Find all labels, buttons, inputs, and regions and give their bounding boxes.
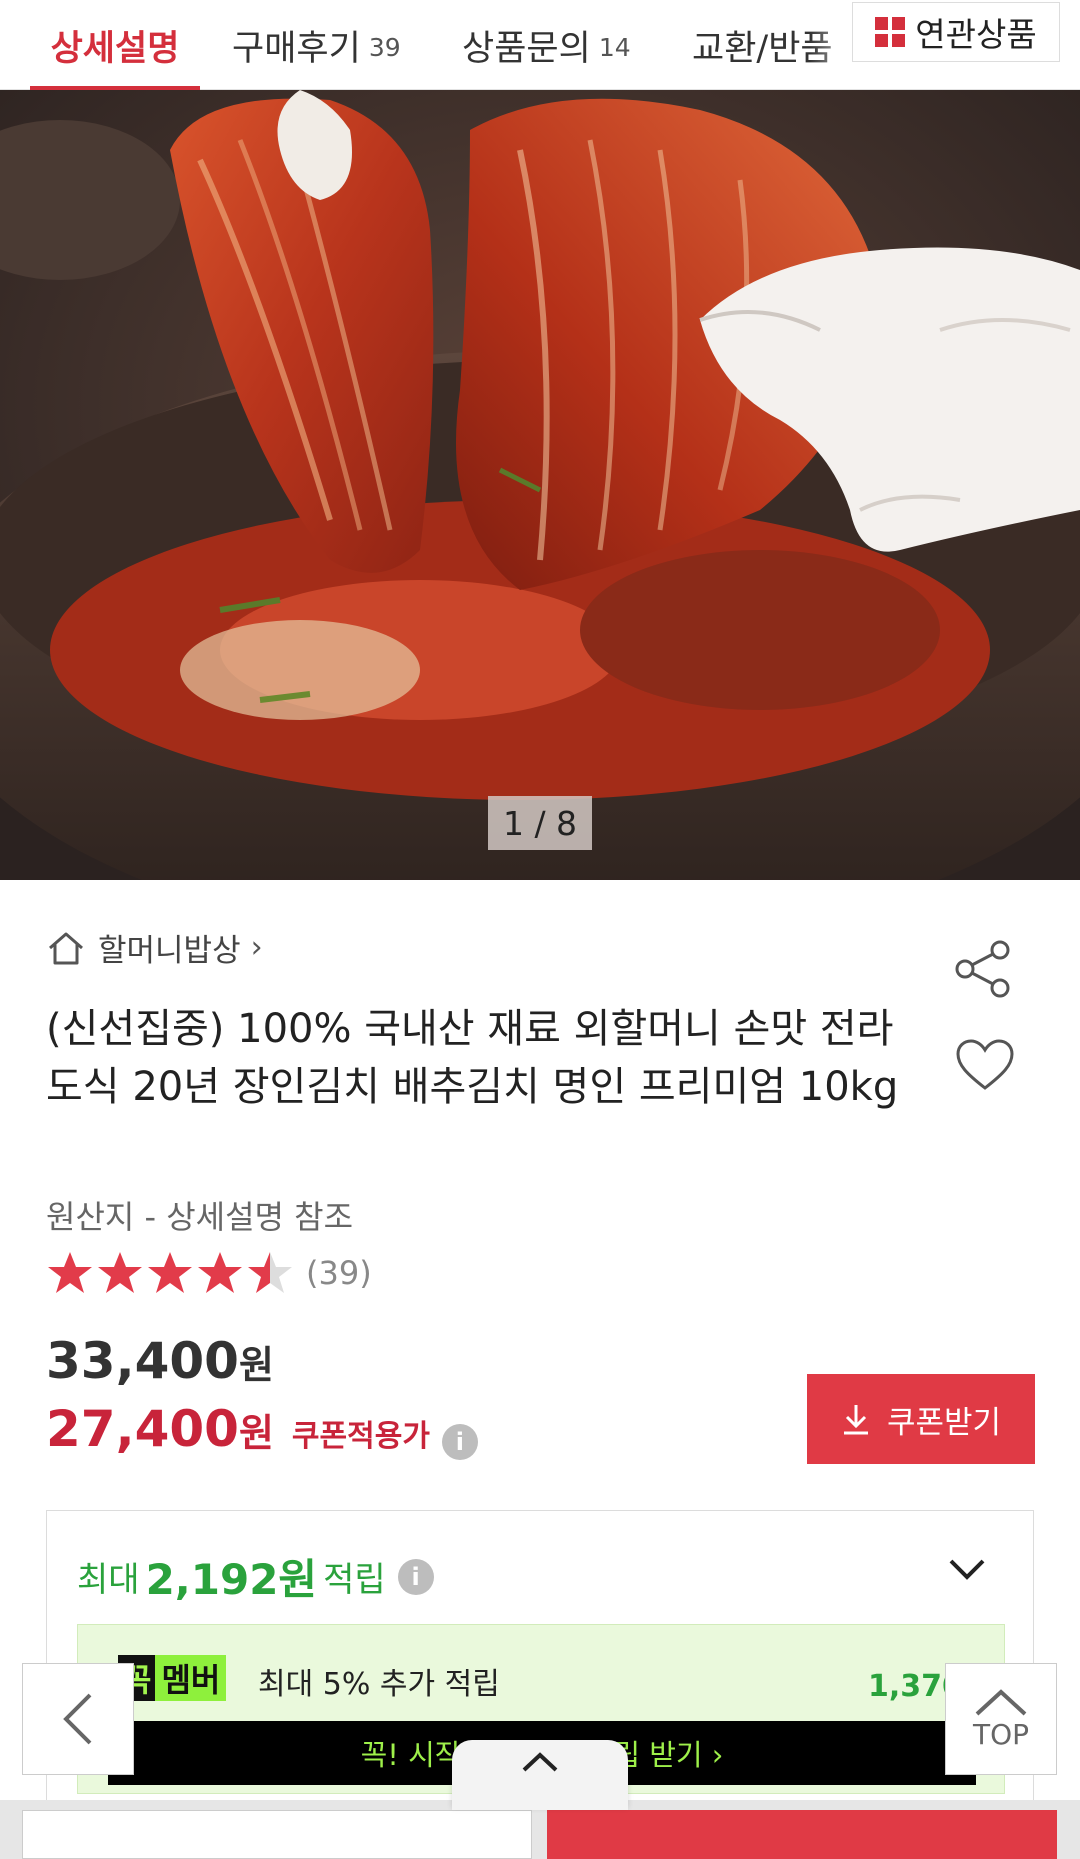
member-badge-m: 멤버 (155, 1655, 227, 1701)
scroll-top-label: TOP (972, 1717, 1030, 1751)
image-pager: 1 / 8 (488, 796, 592, 850)
tab-detail[interactable]: 상세설명 (30, 0, 200, 90)
tab-qna[interactable]: 상품문의 14 (462, 0, 631, 90)
tab-review-label: 구매후기 (232, 28, 361, 69)
bottom-left-button[interactable] (22, 1810, 532, 1859)
rating-count: (39) (306, 1254, 372, 1292)
coupon-price-label: 쿠폰적용가 (291, 1419, 430, 1454)
tab-qna-count: 14 (598, 32, 631, 62)
product-title: (신선집중) 100% 국내산 재료 외할머니 손맛 전라도식 20년 장인김치… (46, 1006, 899, 1110)
rating-stars (46, 1250, 296, 1296)
store-link[interactable]: 할머니밥상 › (46, 925, 263, 970)
original-price: 33,400원 (46, 1332, 274, 1390)
scroll-top-button[interactable]: TOP (945, 1663, 1057, 1775)
points-prefix: 최대 (77, 1560, 140, 1600)
info-icon[interactable]: i (441, 1424, 478, 1460)
points-summary[interactable]: 최대 2,192원 적립 i (77, 1546, 434, 1607)
related-products-button[interactable]: 연관상품 (852, 2, 1060, 62)
star-icon (248, 1252, 292, 1293)
tab-qna-label: 상품문의 (462, 28, 591, 69)
rating[interactable]: (39) (46, 1250, 372, 1296)
download-icon (843, 1405, 868, 1435)
tab-review-count: 39 (368, 32, 401, 62)
member-benefit-text: 최대 5% 추가 적립 (258, 1667, 500, 1702)
bottom-sheet-handle[interactable] (452, 1740, 628, 1810)
star-icon (198, 1252, 242, 1293)
home-icon (49, 932, 83, 964)
store-name: 할머니밥상 (98, 933, 241, 969)
star-icon (48, 1252, 92, 1293)
points-info-icon[interactable]: i (397, 1558, 434, 1595)
heart-icon[interactable] (955, 1038, 1015, 1092)
related-products-label: 연관상품 (915, 15, 1037, 54)
chevron-down-icon[interactable] (947, 1556, 987, 1582)
back-button[interactable] (22, 1663, 134, 1775)
star-icon (98, 1252, 142, 1293)
chevron-right-icon: › (250, 930, 263, 965)
points-suffix: 적립 (323, 1560, 386, 1600)
share-icon[interactable] (954, 940, 1012, 998)
chevron-up-icon (522, 1752, 558, 1772)
member-badge: 꼭 멤버 (118, 1655, 227, 1701)
coupon-download-label: 쿠폰받기 (886, 1404, 1002, 1441)
sale-price: 27,400 원 쿠폰적용가 i (46, 1400, 478, 1460)
tab-bar: 상세설명 구매후기 39 상품문의 14 교환/반품 연관상품 (0, 0, 1080, 90)
chevron-left-icon (63, 1693, 92, 1745)
tab-detail-label: 상세설명 (50, 28, 180, 69)
grid-icon (875, 17, 906, 47)
original-price-currency: 원 (238, 1343, 274, 1387)
product-image[interactable] (0, 90, 1080, 880)
kimchi-illustration (0, 90, 1080, 880)
points-amount: 2,192원 (145, 1555, 318, 1604)
star-icon (148, 1252, 192, 1293)
sale-price-value: 27,400 (46, 1400, 239, 1458)
bottom-right-button[interactable] (547, 1810, 1057, 1859)
chevron-up-icon (975, 1688, 1027, 1715)
original-price-value: 33,400 (46, 1332, 239, 1390)
sale-price-currency: 원 (238, 1411, 274, 1455)
tab-review[interactable]: 구매후기 39 (232, 0, 401, 90)
coupon-download-button[interactable]: 쿠폰받기 (807, 1374, 1035, 1464)
origin-info: 원산지 - 상세설명 참조 (46, 1198, 354, 1236)
